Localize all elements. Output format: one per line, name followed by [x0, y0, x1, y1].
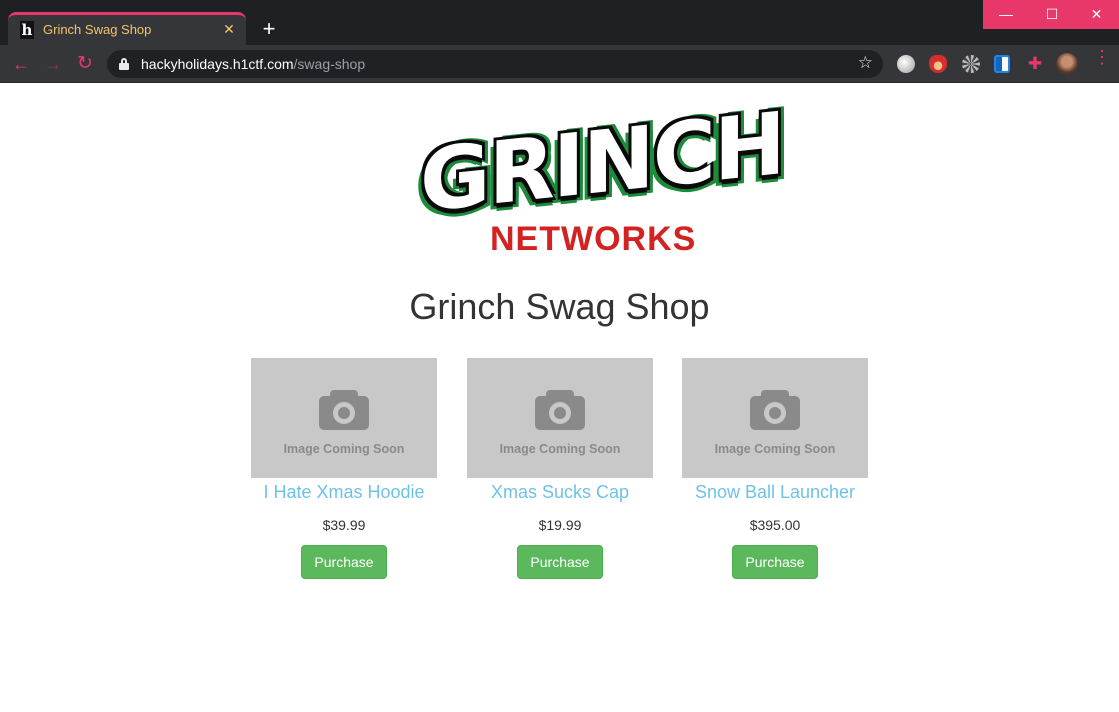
grinch-networks-logo: GRINCH NETWORKS [420, 94, 784, 261]
back-arrow-icon[interactable]: ← [9, 52, 33, 76]
tab-close-icon[interactable]: ✕ [220, 20, 238, 38]
window-maximize-button[interactable]: ☐ [1029, 0, 1075, 29]
product-price: $395.00 [749, 517, 801, 533]
globe-extension-icon[interactable] [897, 55, 915, 73]
santa-extension-icon[interactable] [929, 55, 947, 73]
product-name-link[interactable]: Xmas Sucks Cap [467, 482, 653, 503]
product-name-link[interactable]: Snow Ball Launcher [682, 482, 868, 503]
url-text[interactable]: hackyholidays.h1ctf.com/swag-shop [141, 56, 365, 72]
camera-icon [535, 390, 585, 430]
window-close-button[interactable]: ✕ [1074, 0, 1119, 29]
product-image-placeholder: Image Coming Soon [682, 358, 868, 478]
reload-icon[interactable]: ↻ [73, 52, 97, 76]
image-coming-soon-text: Image Coming Soon [499, 442, 621, 456]
camera-icon [319, 390, 369, 430]
profile-avatar-icon[interactable] [1056, 53, 1078, 75]
browser-toolbar: ← → ↻ hackyholidays.h1ctf.com/swag-shop … [0, 45, 1119, 83]
bookmark-star-icon[interactable]: ☆ [858, 53, 873, 73]
product-name-link[interactable]: I Hate Xmas Hoodie [251, 482, 437, 503]
gear-extension-icon[interactable] [962, 55, 980, 73]
puzzle-extension-icon[interactable]: ✚ [1026, 55, 1044, 73]
camera-icon [750, 390, 800, 430]
page-content: GRINCH NETWORKS Grinch Swag Shop Image C… [0, 83, 1119, 712]
url-host: hackyholidays.h1ctf.com [141, 56, 294, 72]
purchase-button[interactable]: Purchase [732, 545, 818, 579]
product-image-placeholder: Image Coming Soon [251, 358, 437, 478]
product-card: Image Coming Soon Xmas Sucks Cap $19.99 … [467, 358, 653, 579]
new-tab-button[interactable]: + [256, 17, 282, 43]
logo-grinch-word: GRINCH [420, 93, 784, 233]
product-card: Image Coming Soon I Hate Xmas Hoodie $39… [251, 358, 437, 579]
browser-titlebar: h Grinch Swag Shop ✕ + — ☐ ✕ [0, 0, 1119, 45]
forward-arrow-icon[interactable]: → [41, 52, 65, 76]
image-coming-soon-text: Image Coming Soon [283, 442, 405, 456]
image-coming-soon-text: Image Coming Soon [714, 442, 836, 456]
browser-tab[interactable]: h Grinch Swag Shop ✕ [8, 12, 246, 45]
window-minimize-button[interactable]: — [983, 0, 1029, 29]
page-title: Grinch Swag Shop [409, 286, 710, 327]
shield-extension-icon[interactable] [994, 55, 1010, 73]
lock-icon[interactable] [119, 58, 129, 70]
address-bar[interactable]: hackyholidays.h1ctf.com/swag-shop ☆ [107, 50, 883, 78]
product-price: $19.99 [538, 517, 582, 533]
tab-title: Grinch Swag Shop [43, 22, 152, 37]
product-image-placeholder: Image Coming Soon [467, 358, 653, 478]
browser-menu-icon[interactable]: ⋮ [1093, 48, 1111, 74]
hackerone-favicon-icon: h [20, 21, 34, 39]
url-path: /swag-shop [293, 56, 366, 72]
product-price: $39.99 [322, 517, 366, 533]
product-card: Image Coming Soon Snow Ball Launcher $39… [682, 358, 868, 579]
purchase-button[interactable]: Purchase [517, 545, 603, 579]
logo-networks-word: NETWORKS [490, 220, 697, 258]
purchase-button[interactable]: Purchase [301, 545, 387, 579]
